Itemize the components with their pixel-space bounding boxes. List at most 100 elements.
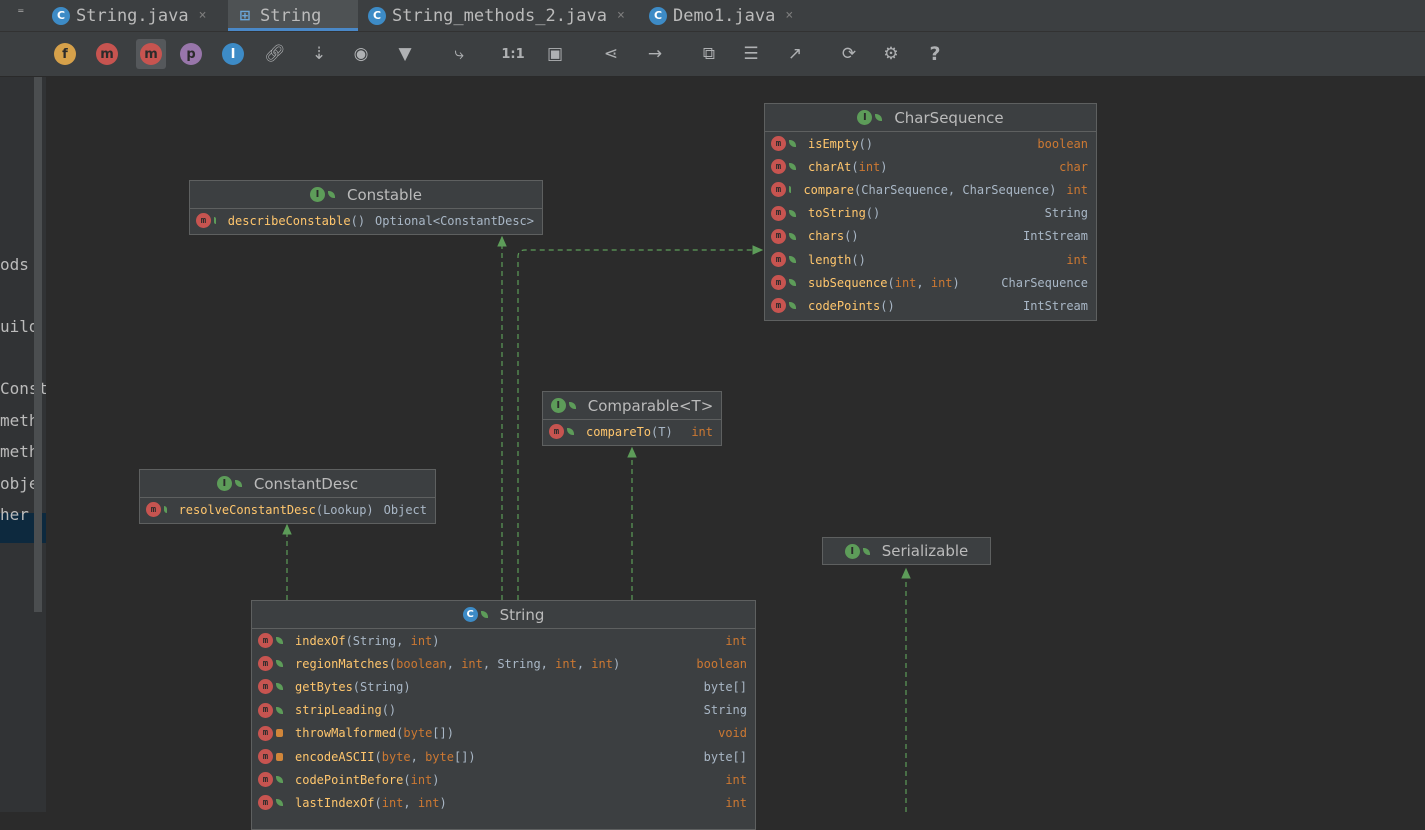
show-constructors-button[interactable]: m: [94, 41, 120, 67]
public-icon: [789, 140, 796, 148]
tree-item[interactable]: ods: [0, 255, 29, 274]
lock-icon: [276, 729, 283, 738]
class-icon: C: [462, 607, 478, 622]
close-icon[interactable]: ×: [199, 8, 207, 23]
method-row[interactable]: m chars() IntStream: [765, 225, 1096, 248]
method-row[interactable]: m describeConstable() Optional<ConstantDes…: [190, 209, 542, 232]
method-row[interactable]: m throwMalformed (byte[]) void: [252, 722, 755, 745]
method-icon: m: [258, 656, 273, 672]
gear-icon[interactable]: ⚙: [878, 41, 904, 67]
tree-item[interactable]: obje: [0, 474, 39, 493]
public-icon: [789, 186, 792, 194]
node-title: Constable: [347, 185, 422, 204]
tab-label: String.java: [76, 5, 189, 26]
method-row[interactable]: m toString() String: [765, 202, 1096, 225]
method-return-type: char: [1059, 159, 1088, 174]
method-name: describeConstable: [227, 213, 351, 228]
node-charsequence[interactable]: I CharSequence m isEmpty() boolean m charAt(…: [764, 103, 1097, 321]
method-params: (): [858, 136, 874, 151]
filter-icon[interactable]: ▼: [392, 41, 418, 67]
tab-label: String: [260, 5, 322, 26]
sort-icon[interactable]: ⇣: [306, 41, 332, 67]
properties-view-icon[interactable]: ☰: [738, 41, 764, 67]
method-name: toString: [808, 206, 866, 221]
method-row[interactable]: m resolveConstantDesc (Lookup) Object: [140, 498, 435, 521]
method-row[interactable]: m subSequence (int, int) CharSequence: [765, 271, 1096, 294]
node-constantdesc[interactable]: I ConstantDesc m resolveConstantDesc (Look…: [139, 469, 436, 524]
tree-item[interactable]: her: [0, 505, 29, 524]
method-row[interactable]: m compare (CharSequence, CharSequence) int: [765, 178, 1096, 201]
link-icon[interactable]: 🔗︎: [262, 41, 288, 67]
method-params: (int): [403, 772, 440, 787]
method-name: codePointBefore: [295, 772, 404, 787]
method-row[interactable]: m charAt (int) char: [765, 155, 1096, 178]
method-icon: m: [258, 702, 273, 718]
eye-icon[interactable]: ◉: [348, 41, 374, 67]
method-params: (int, int): [887, 275, 960, 290]
tree-item[interactable]: meth: [0, 442, 39, 461]
node-comparable[interactable]: I Comparable<T> m compareTo (T) int: [542, 391, 722, 446]
node-title: ConstantDesc: [253, 474, 359, 493]
method-name: compare: [803, 182, 855, 197]
public-icon: [276, 660, 283, 668]
close-icon[interactable]: ×: [617, 8, 625, 23]
tree-item[interactable]: meth: [0, 411, 39, 430]
help-button[interactable]: ?: [922, 41, 948, 67]
method-return-type: boolean: [1037, 136, 1088, 151]
method-row[interactable]: m codePoints() IntStream: [765, 294, 1096, 317]
public-icon: [789, 232, 796, 240]
method-icon: m: [258, 749, 273, 765]
close-icon[interactable]: ×: [785, 8, 793, 23]
method-icon: m: [771, 275, 786, 291]
method-params: (String): [352, 679, 411, 694]
node-serializable[interactable]: I Serializable: [822, 537, 991, 565]
method-return-type: int: [1066, 252, 1088, 267]
method-row[interactable]: m encodeASCII (byte, byte[]) byte[]: [252, 745, 755, 768]
show-properties-button[interactable]: p: [178, 41, 204, 67]
method-row[interactable]: m isEmpty() boolean: [765, 132, 1096, 155]
tab-label: String_methods_2.java: [392, 5, 607, 26]
actual-size-button[interactable]: 1:1: [500, 41, 526, 67]
method-icon: m: [258, 795, 273, 811]
export-icon[interactable]: ↗: [782, 41, 808, 67]
show-methods-button[interactable]: m: [136, 39, 166, 69]
method-icon: m: [771, 159, 786, 175]
apply-layout-icon[interactable]: →: [642, 41, 668, 67]
method-row[interactable]: m indexOf (String, int) int: [252, 629, 755, 652]
public-icon: [276, 776, 283, 784]
node-constable[interactable]: I Constable m describeConstable() Optional…: [189, 180, 543, 235]
panel-scrollbar[interactable]: [34, 77, 42, 612]
tab-demo1-java[interactable]: C Demo1.java ×: [649, 0, 819, 31]
tab-string-methods-2[interactable]: C String_methods_2.java ×: [368, 0, 640, 31]
show-fields-button[interactable]: f: [52, 41, 78, 67]
method-row[interactable]: m stripLeading() String: [252, 699, 755, 722]
method-row[interactable]: m regionMatches (boolean, int, String, int…: [252, 652, 755, 675]
fit-content-icon[interactable]: ▣: [542, 41, 568, 67]
method-row[interactable]: m length() int: [765, 248, 1096, 271]
tree-item[interactable]: uild: [0, 317, 39, 336]
leaf-icon: [328, 191, 336, 198]
method-params: (byte[]): [396, 726, 454, 741]
refresh-icon[interactable]: ⟳: [836, 41, 862, 67]
method-return-type: String: [703, 703, 747, 718]
tab-string-diagram[interactable]: ⊞ String: [228, 0, 358, 31]
method-icon: m: [771, 228, 786, 244]
method-return-type: boolean: [696, 656, 747, 671]
method-row[interactable]: m codePointBefore (int) int: [252, 768, 755, 791]
node-header: I CharSequence: [765, 104, 1096, 132]
method-name: subSequence: [808, 275, 888, 290]
edge-routing-icon[interactable]: ⤷: [446, 41, 472, 67]
show-inner-classes-button[interactable]: I: [220, 41, 246, 67]
copy-icon[interactable]: ⧉: [696, 41, 722, 67]
method-row[interactable]: m compareTo (T) int: [543, 420, 721, 443]
layout-icon[interactable]: ⋖: [598, 41, 624, 67]
method-name: stripLeading: [295, 703, 382, 718]
method-return-type: int: [725, 795, 747, 810]
method-params: (String, int): [345, 633, 440, 648]
method-row[interactable]: m lastIndexOf (int, int) int: [252, 791, 755, 814]
method-icon: m: [258, 725, 273, 741]
method-row[interactable]: m getBytes (String) byte[]: [252, 675, 755, 698]
node-string[interactable]: C String m indexOf (String, int) int m region…: [251, 600, 756, 830]
tab-string-java[interactable]: C String.java ×: [52, 0, 222, 31]
tab-menu-icon[interactable]: ⁼: [16, 4, 26, 23]
